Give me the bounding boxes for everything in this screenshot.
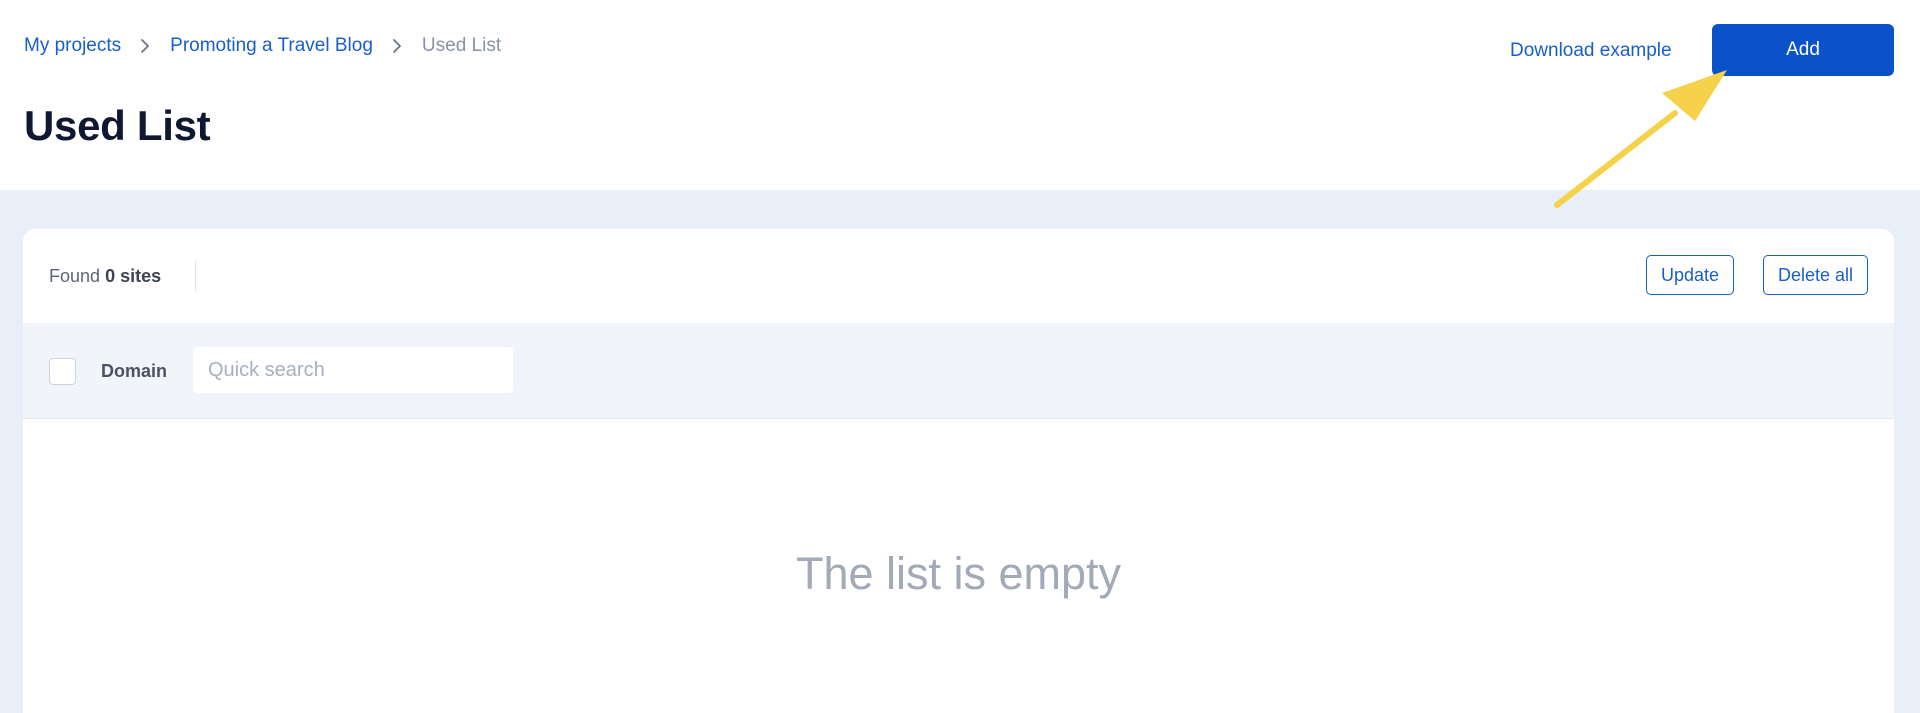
page-title: Used List — [24, 102, 211, 149]
breadcrumb-item-project[interactable]: Promoting a Travel Blog — [170, 35, 373, 57]
found-prefix: Found — [49, 266, 101, 286]
card-toolbar: Found 0 sites Update Delete all — [23, 229, 1894, 323]
toolbar-divider — [195, 261, 196, 291]
found-count: 0 sites — [105, 266, 162, 286]
table-header: Domain — [23, 323, 1894, 419]
add-button[interactable]: Add — [1712, 24, 1894, 76]
breadcrumb-item-my-projects[interactable]: My projects — [24, 35, 121, 57]
empty-state-message: The list is empty — [795, 548, 1122, 599]
breadcrumb: My projects Promoting a Travel Blog Used… — [24, 35, 501, 57]
delete-all-button[interactable]: Delete all — [1763, 255, 1868, 295]
select-all-checkbox[interactable] — [49, 358, 76, 385]
chevron-right-icon — [121, 35, 170, 57]
page-header: My projects Promoting a Travel Blog Used… — [0, 0, 1920, 190]
chevron-right-icon — [373, 35, 422, 57]
empty-state: The list is empty — [23, 419, 1894, 713]
download-example-link[interactable]: Download example — [1510, 39, 1672, 63]
found-count-text: Found 0 sites — [49, 265, 161, 287]
column-header-domain[interactable]: Domain — [101, 360, 167, 382]
update-button[interactable]: Update — [1646, 255, 1734, 295]
breadcrumb-item-current: Used List — [421, 35, 502, 56]
sites-card: Found 0 sites Update Delete all Domain T… — [23, 229, 1894, 713]
quick-search-input[interactable] — [193, 347, 513, 393]
